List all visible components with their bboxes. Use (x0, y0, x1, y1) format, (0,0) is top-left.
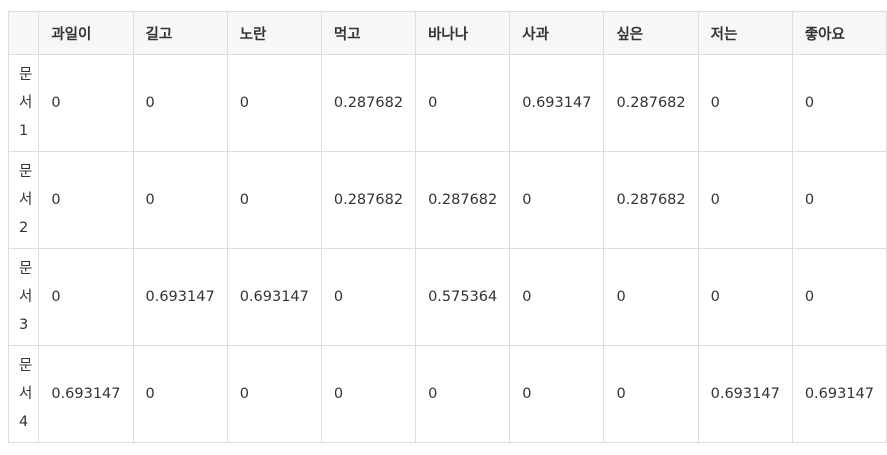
table-cell: 0 (415, 54, 511, 152)
column-header: 바나나 (415, 11, 511, 55)
column-header: 길고 (132, 11, 228, 55)
row-label-text: 문서4 (19, 358, 33, 430)
table-cell: 0 (603, 345, 699, 443)
table-cell: 0 (226, 345, 322, 443)
table-cell: 0.693147 (509, 54, 605, 152)
table-cell: 0 (509, 151, 605, 249)
table-cell: 0.575364 (415, 248, 511, 346)
column-header: 저는 (697, 11, 793, 55)
table-row: 문서3 0 0.693147 0.693147 0 0.575364 0 0 0… (7, 248, 887, 346)
table-cell: 0 (697, 54, 793, 152)
row-label: 문서2 (7, 151, 40, 249)
table-cell: 0 (320, 345, 417, 443)
table-cell: 0.287682 (320, 151, 417, 249)
table-cell: 0.693147 (132, 248, 228, 346)
tfidf-table-container: 과일이 길고 노란 먹고 바나나 사과 싶은 저는 좋아요 문서1 0 0 0 … (7, 11, 887, 443)
table-cell: 0 (132, 54, 228, 152)
table-cell: 0.287682 (320, 54, 417, 152)
column-header: 좋아요 (791, 11, 887, 55)
table-cell: 0.693147 (38, 345, 134, 443)
table-cell: 0 (226, 151, 322, 249)
table-cell: 0.287682 (603, 151, 699, 249)
table-cell: 0.693147 (791, 345, 887, 443)
table-cell: 0 (38, 54, 134, 152)
table-row: 문서1 0 0 0 0.287682 0 0.693147 0.287682 0… (7, 54, 887, 152)
table-cell: 0 (132, 151, 228, 249)
table-cell: 0 (38, 151, 134, 249)
table-cell: 0.287682 (415, 151, 511, 249)
column-header: 싶은 (603, 11, 699, 55)
tfidf-table: 과일이 길고 노란 먹고 바나나 사과 싶은 저는 좋아요 문서1 0 0 0 … (7, 11, 887, 443)
table-cell: 0 (697, 151, 793, 249)
column-header: 노란 (226, 11, 322, 55)
table-cell: 0 (791, 54, 887, 152)
column-header: 사과 (509, 11, 605, 55)
table-cell: 0 (320, 248, 417, 346)
row-label: 문서3 (7, 248, 40, 346)
table-cell: 0.693147 (697, 345, 793, 443)
row-label: 문서1 (7, 54, 40, 152)
row-label-text: 문서2 (19, 164, 33, 236)
table-cell: 0 (697, 248, 793, 346)
table-row: 문서4 0.693147 0 0 0 0 0 0 0.693147 0.6931… (7, 345, 887, 443)
table-cell: 0 (509, 248, 605, 346)
table-cell: 0 (791, 248, 887, 346)
table-cell: 0 (509, 345, 605, 443)
row-label-text: 문서3 (19, 261, 33, 333)
row-label-text: 문서1 (19, 67, 33, 139)
table-cell: 0 (791, 151, 887, 249)
column-header: 먹고 (320, 11, 417, 55)
table-cell: 0.693147 (226, 248, 322, 346)
table-cell: 0 (38, 248, 134, 346)
table-cell: 0 (226, 54, 322, 152)
corner-cell (7, 11, 40, 55)
header-row: 과일이 길고 노란 먹고 바나나 사과 싶은 저는 좋아요 (7, 11, 887, 55)
table-cell: 0 (415, 345, 511, 443)
row-label: 문서4 (7, 345, 40, 443)
table-cell: 0 (603, 248, 699, 346)
table-cell: 0.287682 (603, 54, 699, 152)
table-row: 문서2 0 0 0 0.287682 0.287682 0 0.287682 0… (7, 151, 887, 249)
table-cell: 0 (132, 345, 228, 443)
column-header: 과일이 (38, 11, 134, 55)
